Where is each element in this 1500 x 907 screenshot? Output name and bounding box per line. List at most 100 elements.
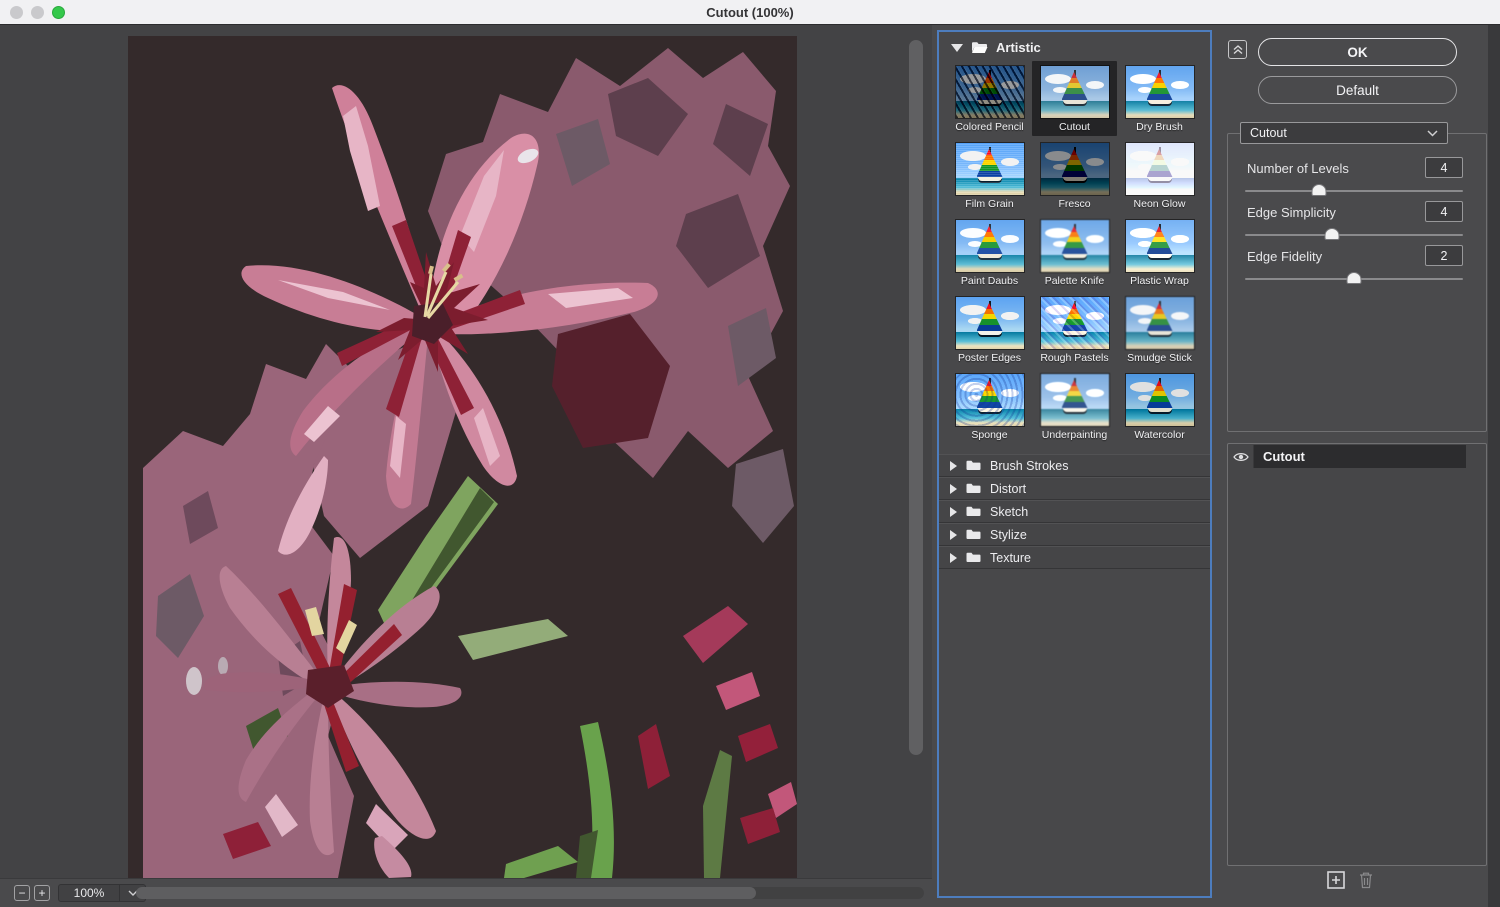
folder-icon xyxy=(966,552,981,563)
sliders: Number of Levels4 Edge Simplicity 4 Edge Fi… xyxy=(1227,157,1487,289)
double-chevron-up-icon xyxy=(1232,44,1244,56)
vertical-scrollbar-thumb[interactable] xyxy=(909,40,923,755)
filter-thumb-plastic-wrap[interactable]: Plastic Wrap xyxy=(1117,215,1202,290)
ok-button[interactable]: OK xyxy=(1258,38,1457,66)
slider-row: Edge Fidelity 2 xyxy=(1227,245,1487,289)
filter-thumb-underpainting[interactable]: Underpainting xyxy=(1032,369,1117,444)
filter-select-value: Cutout xyxy=(1250,126,1287,140)
filter-thumb-film-grain[interactable]: Film Grain xyxy=(947,138,1032,213)
filter-thumb-image xyxy=(1041,143,1109,195)
filter-thumb-label: Sponge xyxy=(971,429,1007,441)
filter-thumb-image xyxy=(956,297,1024,349)
filter-thumb-sponge[interactable]: Sponge xyxy=(947,369,1032,444)
folder-row-brush-strokes[interactable]: Brush Strokes xyxy=(939,454,1210,477)
filter-thumb-label: Paint Daubs xyxy=(961,275,1018,287)
filter-thumb-image xyxy=(956,220,1024,272)
folder-list: Brush Strokes Distort SketchStylize Texture xyxy=(939,454,1210,569)
folder-row-texture[interactable]: Texture xyxy=(939,546,1210,569)
folder-row-sketch[interactable]: Sketch xyxy=(939,500,1210,523)
slider-value-box[interactable]: 4 xyxy=(1425,157,1463,178)
slider-label: Edge Fidelity xyxy=(1247,249,1322,264)
default-button[interactable]: Default xyxy=(1258,76,1457,104)
effect-layer-actions xyxy=(1212,871,1488,889)
filter-thumb-image xyxy=(956,66,1024,118)
folder-label: Texture xyxy=(990,551,1031,565)
slider-value-box[interactable]: 4 xyxy=(1425,201,1463,222)
slider-value-box[interactable]: 2 xyxy=(1425,245,1463,266)
expand-arrow-icon xyxy=(950,553,957,563)
filter-thumb-neon-glow[interactable]: Neon Glow xyxy=(1117,138,1202,213)
slider-track[interactable] xyxy=(1245,278,1463,280)
filter-gallery-dialog: Cutout (100%) xyxy=(0,0,1500,907)
preview-area[interactable]: − + 100% xyxy=(0,25,932,907)
zoom-level-value: 100% xyxy=(58,884,120,902)
slider-track[interactable] xyxy=(1245,190,1463,192)
settings-panel: OK Default Cutout Number of Levels4Edge … xyxy=(1212,25,1488,907)
slider-label: Edge Simplicity xyxy=(1247,205,1336,220)
slider-thumb[interactable] xyxy=(1312,184,1327,196)
filter-group-artistic[interactable]: Artistic xyxy=(939,32,1210,59)
zoom-level-control[interactable]: 100% xyxy=(58,884,146,902)
slider-row: Edge Simplicity 4 xyxy=(1227,201,1487,245)
filter-thumb-fresco[interactable]: Fresco xyxy=(1032,138,1117,213)
expand-arrow-icon xyxy=(950,461,957,471)
filter-thumb-label: Fresco xyxy=(1058,198,1090,210)
filter-thumb-label: Watercolor xyxy=(1134,429,1184,441)
folder-icon xyxy=(966,506,981,517)
filter-select-dropdown[interactable]: Cutout xyxy=(1240,122,1448,144)
folder-label: Distort xyxy=(990,482,1026,496)
filter-thumb-smudge-stick[interactable]: Smudge Stick xyxy=(1117,292,1202,367)
filter-thumb-label: Dry Brush xyxy=(1136,121,1183,133)
preview-vertical-scrollbar[interactable] xyxy=(908,30,924,875)
filter-thumb-image xyxy=(956,143,1024,195)
collapse-arrow-icon xyxy=(951,44,963,52)
filter-thumb-image xyxy=(1126,297,1194,349)
filter-thumb-watercolor[interactable]: Watercolor xyxy=(1117,369,1202,444)
preview-horizontal-scrollbar[interactable] xyxy=(136,887,924,899)
filter-thumb-dry-brush[interactable]: Dry Brush xyxy=(1117,61,1202,136)
trash-icon xyxy=(1358,871,1374,889)
slider-row: Number of Levels4 xyxy=(1227,157,1487,201)
folder-row-distort[interactable]: Distort xyxy=(939,477,1210,500)
filter-thumb-image xyxy=(1041,297,1109,349)
filter-thumb-rough-pastels[interactable]: Rough Pastels xyxy=(1032,292,1117,367)
filter-thumb-palette-knife[interactable]: Palette Knife xyxy=(1032,215,1117,290)
new-effect-layer-button[interactable] xyxy=(1327,871,1345,889)
minimize-window-button[interactable] xyxy=(31,6,44,19)
dialog-content: − + 100% Artistic xyxy=(0,25,1500,907)
filter-thumb-label: Plastic Wrap xyxy=(1130,275,1189,287)
filter-thumb-cutout[interactable]: Cutout xyxy=(1032,61,1117,136)
visibility-toggle[interactable] xyxy=(1228,445,1254,468)
plus-square-icon xyxy=(1327,871,1345,889)
filter-thumb-image xyxy=(1126,220,1194,272)
filter-gallery-panel: Artistic Colored PencilCutout Dry Brush Fi… xyxy=(937,30,1212,898)
filter-thumb-image xyxy=(956,374,1024,426)
effect-layers-box: Cutout xyxy=(1227,443,1487,866)
titlebar: Cutout (100%) xyxy=(0,0,1500,25)
delete-effect-layer-button[interactable] xyxy=(1358,871,1374,889)
folder-label: Brush Strokes xyxy=(990,459,1069,473)
zoom-window-button[interactable] xyxy=(52,6,65,19)
filter-thumb-image xyxy=(1126,374,1194,426)
slider-track[interactable] xyxy=(1245,234,1463,236)
preview-image[interactable] xyxy=(128,36,797,878)
close-window-button[interactable] xyxy=(10,6,23,19)
window-edge-strip xyxy=(1488,25,1500,907)
slider-thumb[interactable] xyxy=(1347,272,1362,284)
expand-arrow-icon xyxy=(950,507,957,517)
zoom-in-button[interactable]: + xyxy=(34,885,50,901)
folder-icon xyxy=(966,529,981,540)
folder-row-stylize[interactable]: Stylize xyxy=(939,523,1210,546)
effect-layer-row[interactable]: Cutout xyxy=(1228,445,1486,468)
folder-icon xyxy=(966,460,981,471)
collapse-panel-button[interactable] xyxy=(1228,40,1247,59)
filter-thumb-colored-pencil[interactable]: Colored Pencil xyxy=(947,61,1032,136)
horizontal-scrollbar-thumb[interactable] xyxy=(136,887,756,899)
filter-thumb-image xyxy=(1041,220,1109,272)
zoom-out-button[interactable]: − xyxy=(14,885,30,901)
filter-thumb-label: Rough Pastels xyxy=(1040,352,1108,364)
filter-thumb-poster-edges[interactable]: Poster Edges xyxy=(947,292,1032,367)
filter-thumb-label: Neon Glow xyxy=(1134,198,1186,210)
slider-thumb[interactable] xyxy=(1325,228,1340,240)
filter-thumb-paint-daubs[interactable]: Paint Daubs xyxy=(947,215,1032,290)
